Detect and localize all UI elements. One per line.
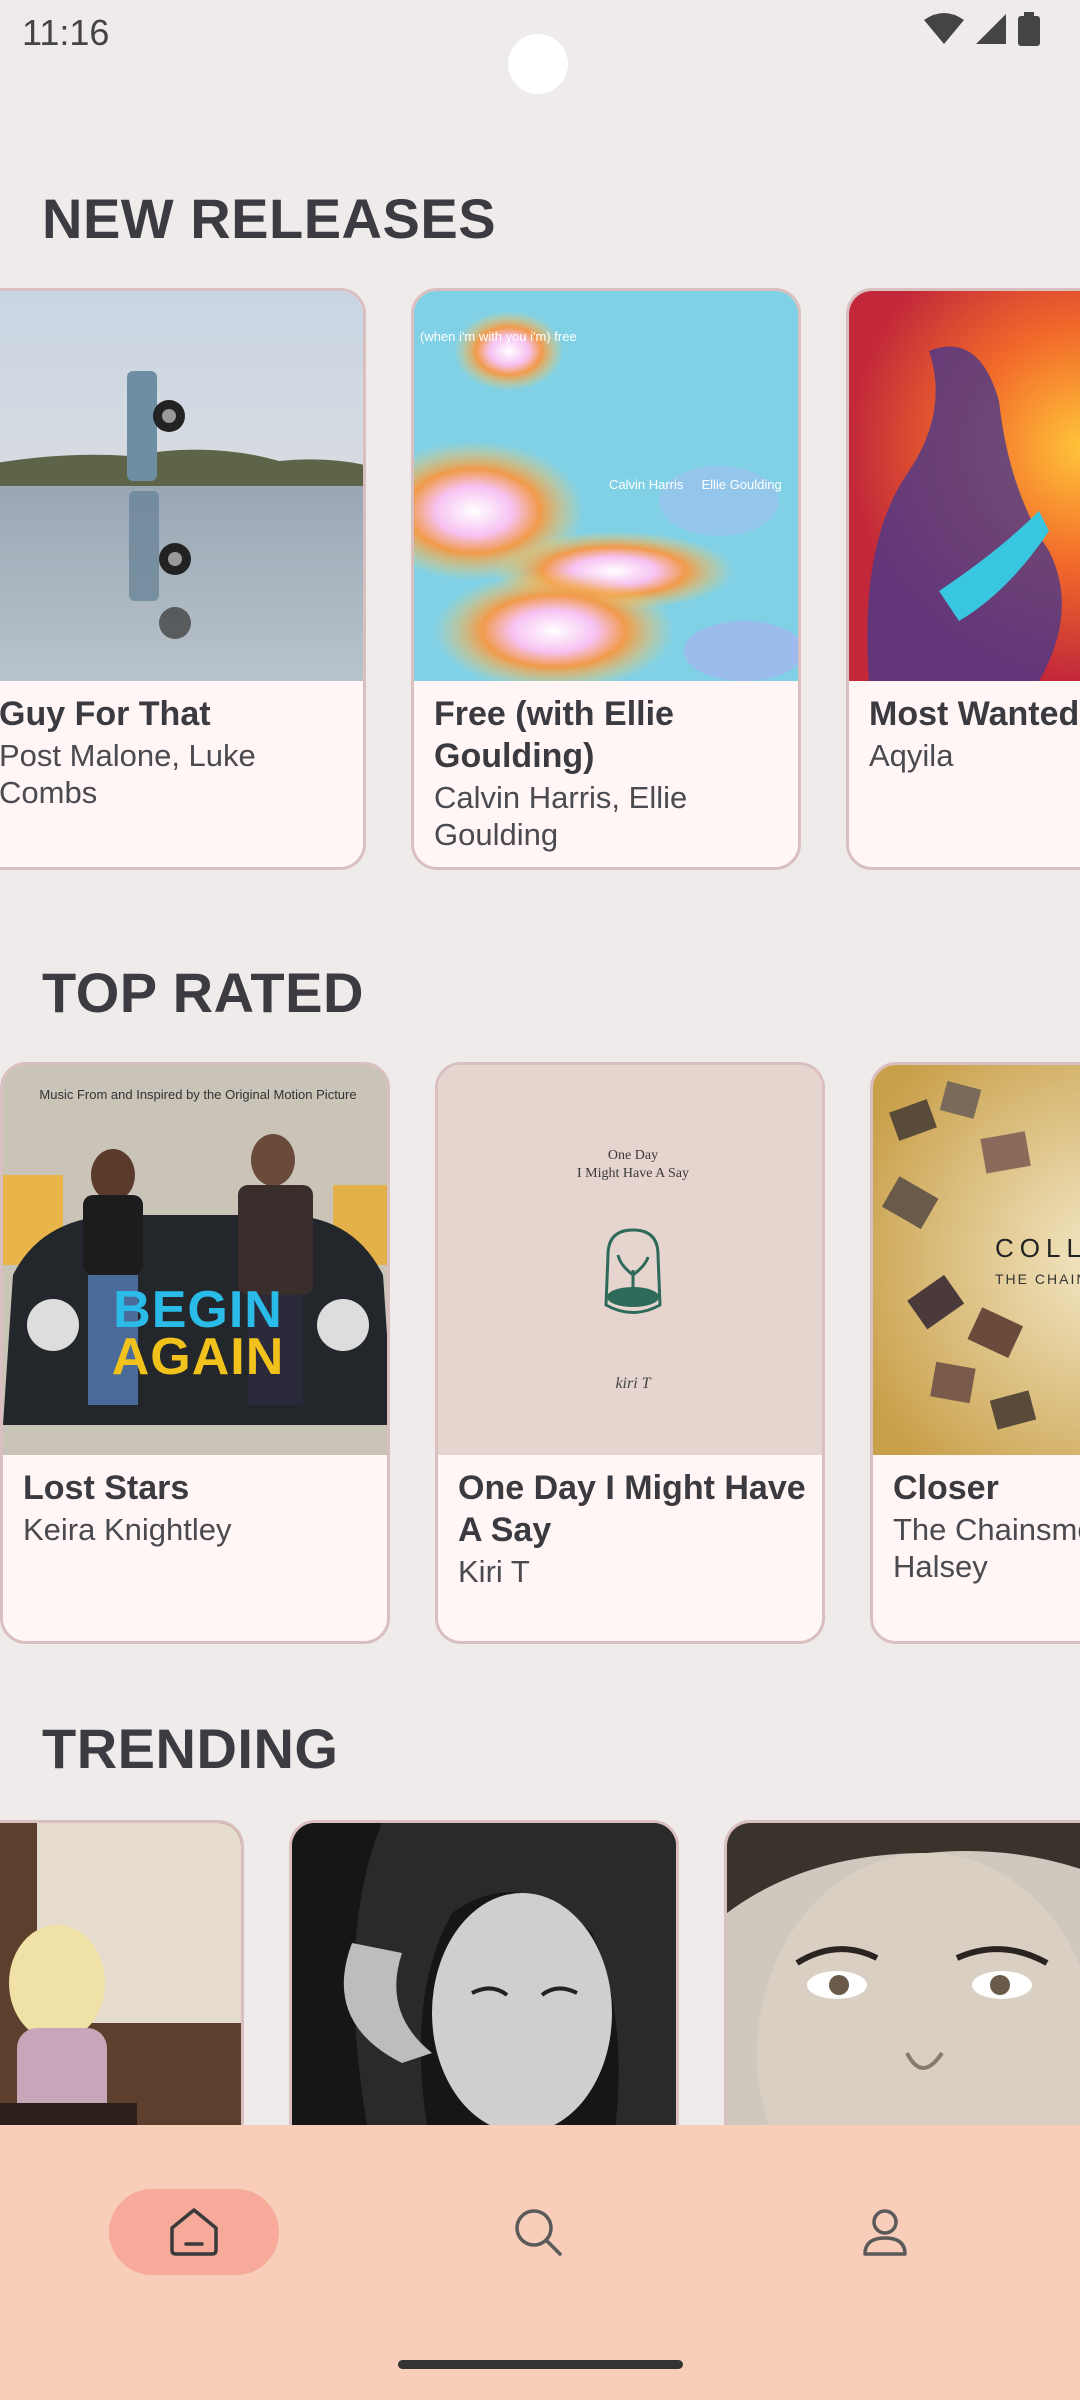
signal-icon [976,14,1006,44]
album-card-most-wanted[interactable]: Most Wanted Aqyila [846,288,1080,870]
album-title: Lost Stars [23,1469,190,1507]
trending-art-2 [292,1823,676,2130]
album-card-one-day[interactable]: One Day I Might Have A Say kiri T One Da… [435,1062,825,1644]
trending-card-1[interactable] [0,1820,244,2130]
album-art-artists: Calvin Harris Ellie Goulding [609,477,782,492]
album-artist: Kiri T [458,1554,530,1589]
album-artist: Keira Knightley [23,1512,232,1547]
nav-search-button[interactable] [453,2189,623,2275]
album-card-guy-for-that[interactable]: Guy For That Post Malone, Luke Combs [0,288,366,870]
wifi-icon [924,13,964,44]
album-title: Guy For That [0,695,211,733]
album-art-one-day: One Day I Might Have A Say kiri T [438,1065,822,1455]
profile-icon [863,2209,907,2256]
nav-home-button[interactable] [109,2189,279,2275]
gesture-handle[interactable] [398,2360,683,2369]
trending-card-2[interactable] [289,1820,679,2130]
section-title-top-rated: TOP RATED [42,961,364,1024]
album-art-title: One Day I Might Have A Say [577,1148,689,1181]
album-art-closer: COLL THE CHAINS [873,1065,1080,1455]
album-art-caption: (when i'm with you i'm) free [420,329,577,344]
new-releases-row[interactable]: Guy For That Post Malone, Luke Combs (wh… [0,288,1080,888]
search-icon [515,2209,562,2256]
album-title: Closer [893,1469,999,1507]
status-time: 11:16 [22,12,110,53]
album-art-most-wanted [849,291,1080,681]
album-art-caption: Music From and Inspired by the Original … [39,1087,357,1102]
album-art-lost-stars: Music From and Inspired by the Original … [3,1065,387,1455]
bottom-navigation [0,2125,1080,2400]
trending-art-3 [727,1823,1080,2130]
battery-icon [1018,12,1040,46]
trending-card-3[interactable] [724,1820,1080,2130]
album-card-closer[interactable]: COLL THE CHAINS Closer The Chainsmokers,… [870,1062,1080,1644]
home-icon [170,2208,218,2256]
nav-profile-button[interactable] [800,2189,970,2275]
album-artist: The Chainsmokers, Halsey [893,1512,1080,1584]
album-card-lost-stars[interactable]: Music From and Inspired by the Original … [0,1062,390,1644]
album-title: Free (with Ellie Goulding) [434,695,674,775]
album-art-subtitle: THE CHAINS [995,1271,1080,1287]
album-card-free[interactable]: (when i'm with you i'm) free Calvin Harr… [411,288,801,870]
section-title-new-releases: NEW RELEASES [42,187,497,250]
top-rated-row[interactable]: Music From and Inspired by the Original … [0,1062,1080,1662]
album-art-title-again: AGAIN [111,1328,285,1386]
camera-cutout [508,34,568,94]
album-art-guy-for-that [0,291,363,681]
album-artist: Aqyila [869,738,954,773]
album-artist: Post Malone, Luke Combs [0,738,256,810]
status-bar: 11:16 [0,0,1080,94]
album-title: One Day I Might Have A Say [458,1469,806,1549]
plant-illustration [604,1228,662,1314]
status-icons [924,12,1040,46]
section-title-trending: TRENDING [42,1717,339,1780]
trending-row[interactable] [0,1820,1080,2130]
album-art-title: COLL [995,1233,1080,1263]
album-artist: Calvin Harris, Ellie Goulding [434,780,688,852]
trending-art-1 [0,1823,241,2130]
album-art-free: (when i'm with you i'm) free Calvin Harr… [414,291,798,681]
album-art-signature: kiri T [615,1375,651,1392]
album-title: Most Wanted [869,695,1080,733]
